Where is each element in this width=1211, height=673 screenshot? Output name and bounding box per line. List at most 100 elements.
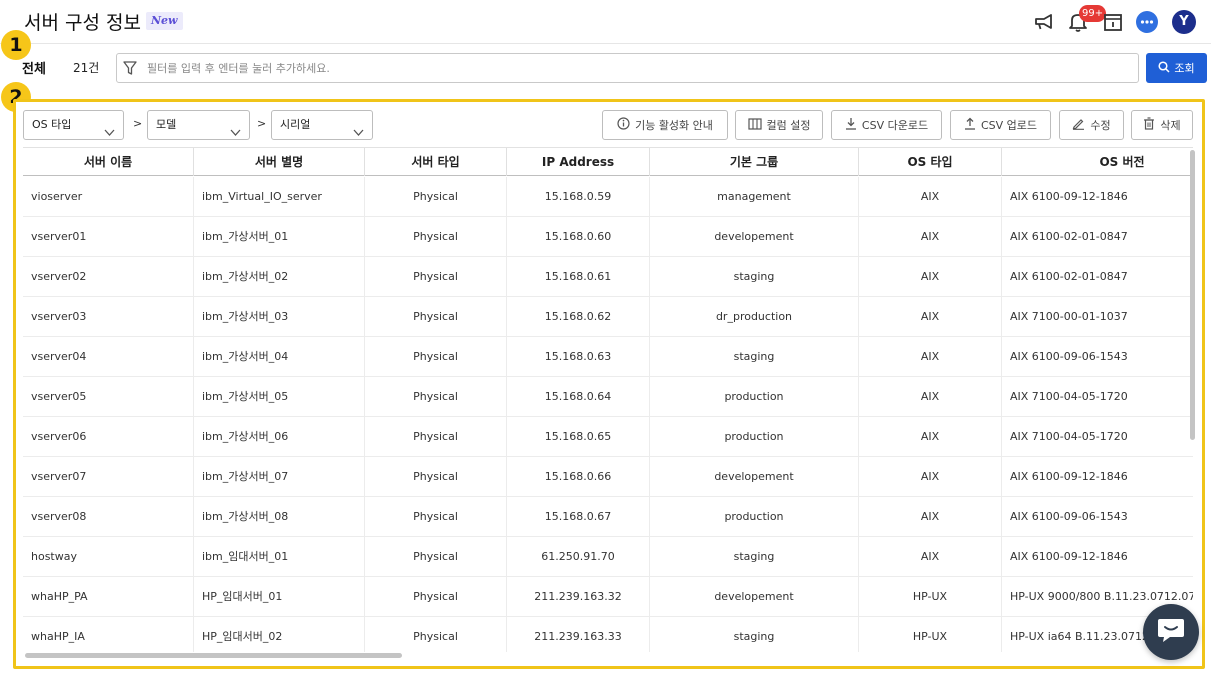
page-title: 서버 구성 정보 [24,12,141,34]
chevron-down-icon [104,120,115,148]
cell-server-type: Physical [365,497,507,537]
cell-default-group: production [650,417,859,457]
cell-server-alias: ibm_가상서버_03 [194,297,365,337]
cell-default-group: production [650,377,859,417]
cell-os-type: AIX [859,457,1002,497]
title-bar: 서버 구성 정보 New 99+ Y [0,0,1211,44]
cell-os-version: AIX 7100-04-05-1720 [1010,390,1128,403]
cell-server-alias: ibm_임대서버_01 [194,537,365,577]
cell-server-alias: ibm_가상서버_08 [194,497,365,537]
cell-server-type: Physical [365,177,507,217]
cell-os-version: AIX 6100-09-06-1543 [1010,350,1128,363]
cell-server-name: vserver03 [23,297,194,337]
cell-default-group: staging [650,537,859,577]
megaphone-icon[interactable] [1032,10,1056,34]
os-type-select-value: OS 타입 [32,118,72,131]
cell-os-type: AIX [859,337,1002,377]
model-select[interactable]: 모델 [147,110,250,140]
cell-ip-address: 15.168.0.62 [507,297,650,337]
delete-label: 삭제 [1160,119,1181,132]
table-row[interactable]: vserver06 ibm_가상서버_06 Physical 15.168.0.65 p… [23,417,1193,457]
table-header: 서버 이름 서버 별명 서버 타입 IP Address 기본 그룹 OS 타입… [23,147,1193,176]
table-row[interactable]: vserver08 ibm_가상서버_08 Physical 15.168.0.67 p… [23,497,1193,537]
cell-default-group: staging [650,257,859,297]
cell-ip-address: 15.168.0.65 [507,417,650,457]
cell-server-type: Physical [365,377,507,417]
table-row[interactable]: vserver07 ibm_가상서버_07 Physical 15.168.0.66 d… [23,457,1193,497]
column-header-server-type[interactable]: 서버 타입 [365,148,507,176]
cell-os-type: AIX [859,297,1002,337]
cell-ip-address: 15.168.0.63 [507,337,650,377]
cell-ip-address: 211.239.163.32 [507,577,650,617]
cell-os-version: AIX 6100-02-01-0847 [1010,230,1128,243]
table-row[interactable]: vserver02 ibm_가상서버_02 Physical 15.168.0.61 s… [23,257,1193,297]
calendar-icon[interactable] [1101,10,1125,34]
delete-button[interactable]: 삭제 [1131,110,1193,140]
cell-server-name: vserver08 [23,497,194,537]
cell-server-type: Physical [365,297,507,337]
csv-upload-label: CSV 업로드 [980,119,1038,132]
cell-server-alias: ibm_가상서버_07 [194,457,365,497]
cell-server-alias: HP_임대서버_01 [194,577,365,617]
cell-server-name: hostway [23,537,194,577]
csv-download-button[interactable]: CSV 다운로드 [831,110,942,140]
cell-os-type: AIX [859,257,1002,297]
column-settings-button[interactable]: 컬럼 설정 [735,110,823,140]
column-header-server-name[interactable]: 서버 이름 [23,148,194,176]
step-marker-1: 1 [1,30,31,60]
table-row[interactable]: hostway ibm_임대서버_01 Physical 61.250.91.70 st… [23,537,1193,577]
filter-input[interactable] [147,58,1127,78]
column-header-os-type[interactable]: OS 타입 [859,148,1002,176]
main-panel: OS 타입 > 모델 > 시리얼 기능 활성화 안내 컬럼 설정 CSV 다운로… [13,99,1205,669]
table-row[interactable]: whaHP_PA HP_임대서버_01 Physical 211.239.163.32… [23,577,1193,617]
cell-ip-address: 15.168.0.59 [507,177,650,217]
upload-icon [964,117,976,133]
cell-server-name: whaHP_IA [23,617,194,652]
cell-server-alias: ibm_가상서버_02 [194,257,365,297]
column-header-server-alias[interactable]: 서버 별명 [194,148,365,176]
avatar[interactable]: Y [1172,10,1196,34]
cell-os-type: AIX [859,177,1002,217]
table-row[interactable]: vserver01 ibm_가상서버_01 Physical 15.168.0.60 d… [23,217,1193,257]
cell-server-type: Physical [365,257,507,297]
edit-button[interactable]: 수정 [1059,110,1124,140]
table-row[interactable]: vserver05 ibm_가상서버_05 Physical 15.168.0.64 p… [23,377,1193,417]
chat-support-button[interactable] [1143,604,1199,660]
column-header-os-version[interactable]: OS 버전 [1002,148,1193,176]
cell-server-type: Physical [365,217,507,257]
cell-os-version: AIX 7100-04-05-1720 [1010,430,1128,443]
cell-ip-address: 211.239.163.33 [507,617,650,652]
cell-server-type: Physical [365,457,507,497]
table-row[interactable]: vserver04 ibm_가상서버_04 Physical 15.168.0.63 s… [23,337,1193,377]
cell-os-type: HP-UX [859,617,1002,652]
info-icon [617,117,630,133]
columns-icon [747,117,762,133]
cell-os-type: AIX [859,217,1002,257]
horizontal-scrollbar[interactable] [25,653,402,658]
vertical-scrollbar[interactable] [1190,150,1195,440]
cell-server-name: vserver01 [23,217,194,257]
csv-upload-button[interactable]: CSV 업로드 [950,110,1051,140]
filter-box[interactable] [116,53,1139,83]
cell-server-name: vserver07 [23,457,194,497]
table-row[interactable]: vserver03 ibm_가상서버_03 Physical 15.168.0.62 d… [23,297,1193,337]
chat-icon[interactable] [1135,10,1159,34]
column-header-default-group[interactable]: 기본 그룹 [650,148,859,176]
activation-guide-button[interactable]: 기능 활성화 안내 [602,110,728,140]
serial-select[interactable]: 시리얼 [271,110,373,140]
cell-os-type: HP-UX [859,577,1002,617]
search-button[interactable]: 조회 [1146,53,1207,83]
cell-ip-address: 15.168.0.64 [507,377,650,417]
cell-default-group: staging [650,337,859,377]
trash-icon [1143,117,1155,133]
cell-server-alias: HP_임대서버_02 [194,617,365,652]
cell-ip-address: 15.168.0.61 [507,257,650,297]
column-header-ip-address[interactable]: IP Address [507,148,650,176]
cell-default-group: developement [650,217,859,257]
cell-server-alias: ibm_가상서버_04 [194,337,365,377]
table-row[interactable]: vioserver ibm_Virtual_IO_server Physical 15… [23,177,1193,217]
os-type-select[interactable]: OS 타입 [23,110,124,140]
model-select-value: 모델 [156,118,177,131]
cell-server-type: Physical [365,337,507,377]
table-row[interactable]: whaHP_IA HP_임대서버_02 Physical 211.239.163.33… [23,617,1193,652]
